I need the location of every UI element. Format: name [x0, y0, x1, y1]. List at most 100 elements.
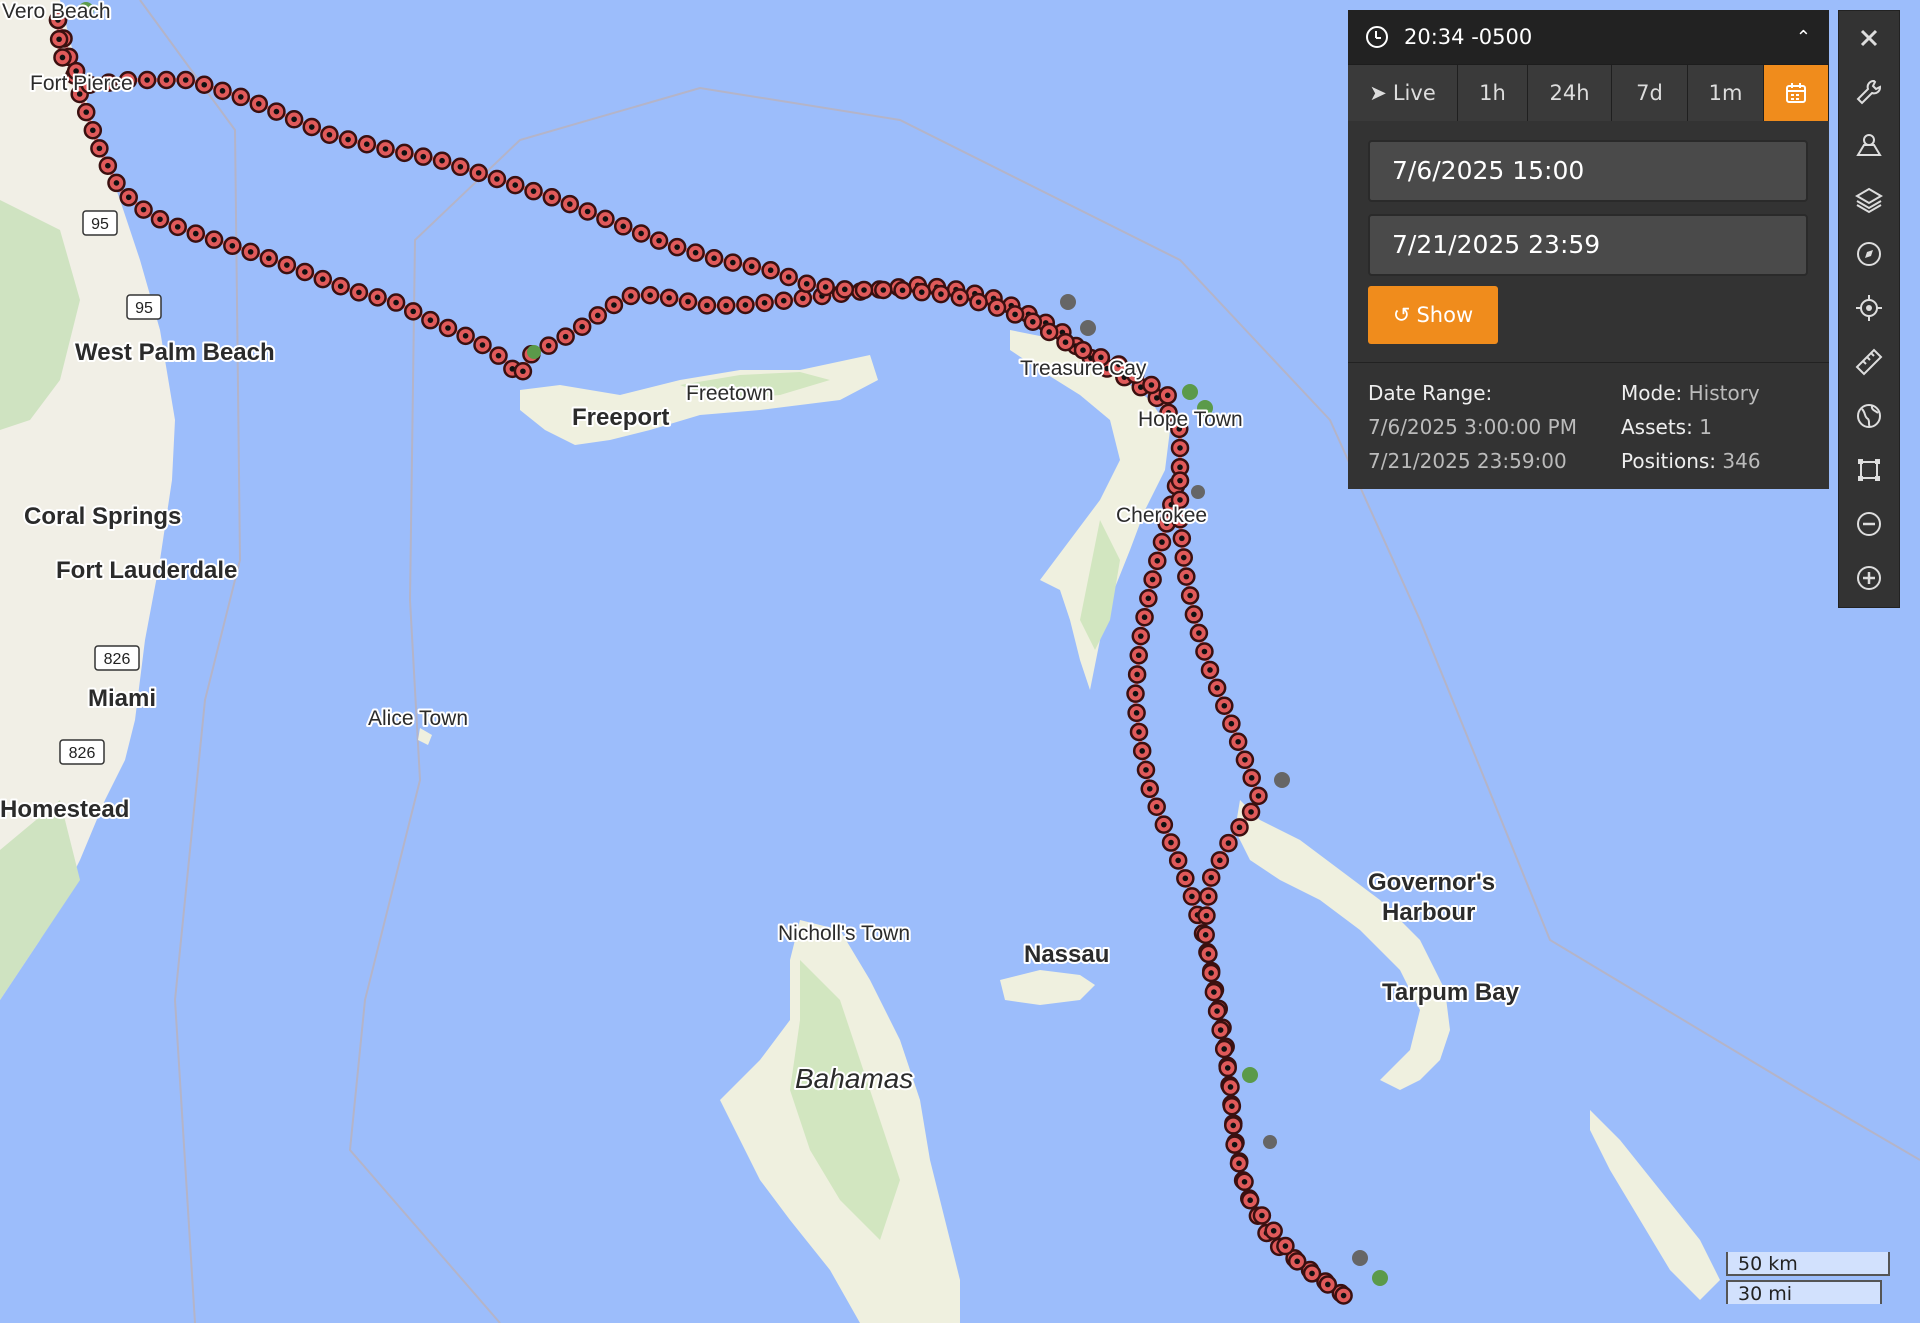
- date-range-label: Date Range:: [1368, 381, 1493, 405]
- position-marker-dot: [1134, 671, 1140, 678]
- position-marker-dot: [1224, 1065, 1231, 1071]
- position-marker-dot: [157, 216, 163, 223]
- position-marker-dot: [83, 109, 90, 115]
- position-marker-dot: [918, 289, 925, 295]
- place-label: Homestead: [0, 796, 129, 823]
- position-marker-dot: [1177, 464, 1183, 471]
- position-marker-dot: [1189, 893, 1195, 900]
- position-marker-dot: [105, 162, 111, 169]
- place-label: Coral Springs: [24, 503, 181, 530]
- scale-mi: 30 mi: [1726, 1280, 1882, 1305]
- place-label: Treasure Cay: [1020, 357, 1147, 380]
- position-marker-dot: [1208, 970, 1214, 976]
- svg-text:95: 95: [135, 300, 153, 317]
- position-marker-dot: [1133, 710, 1140, 716]
- chevron-up-icon[interactable]: ⌃: [1796, 27, 1811, 48]
- position-marker-dot: [1236, 824, 1243, 831]
- position-marker-dot: [144, 77, 150, 83]
- position-marker-dot: [201, 81, 208, 88]
- position-marker-dot: [1141, 614, 1148, 621]
- position-marker-dot: [666, 295, 672, 301]
- position-marker-dot: [1211, 989, 1217, 995]
- position-marker-dot: [1137, 633, 1144, 639]
- position-marker-dot: [319, 276, 326, 282]
- svg-text:826: 826: [69, 745, 96, 762]
- svg-text:826: 826: [104, 651, 131, 668]
- tab-custom-range[interactable]: [1764, 65, 1829, 121]
- tab-1h[interactable]: 1h: [1458, 65, 1528, 121]
- position-marker-dot: [1201, 648, 1208, 655]
- position-marker-dot: [1143, 767, 1149, 773]
- layers-button[interactable]: [1839, 173, 1899, 227]
- compass-button[interactable]: [1839, 227, 1899, 281]
- tab-live[interactable]: ➤ Live: [1348, 65, 1458, 121]
- zoom-out-button[interactable]: [1839, 497, 1899, 551]
- globe-button[interactable]: [1839, 389, 1899, 443]
- position-marker-dot: [1225, 840, 1232, 846]
- position-marker-dot: [1217, 857, 1223, 864]
- tab-7d[interactable]: 7d: [1612, 65, 1688, 121]
- place-label: Bahamas: [795, 1063, 913, 1094]
- position-marker-dot: [638, 230, 644, 237]
- position-marker-dot: [1229, 1103, 1235, 1109]
- position-marker-dot: [704, 302, 710, 309]
- position-marker-dot: [163, 77, 170, 83]
- position-marker-dot: [59, 54, 66, 61]
- zoom-in-icon: [1857, 566, 1881, 590]
- position-marker-dot: [1202, 932, 1209, 938]
- position-marker-dot: [1247, 1197, 1253, 1204]
- measure-button[interactable]: [1839, 335, 1899, 389]
- position-marker-dot: [1340, 1292, 1347, 1299]
- place-label: Governor's: [1368, 869, 1495, 896]
- position-marker-dot: [785, 274, 792, 280]
- position-marker-dot: [1255, 793, 1262, 799]
- highway-shield: 95: [82, 210, 118, 236]
- position-marker-dot: [602, 216, 609, 222]
- position-marker-dot: [1145, 595, 1152, 602]
- position-marker-dot: [1235, 738, 1241, 745]
- panel-header[interactable]: 20:34 -0500 ⌃: [1348, 10, 1829, 64]
- position-marker-dot: [1177, 497, 1183, 503]
- end-date-input[interactable]: 7/21/2025 23:59: [1368, 214, 1808, 276]
- ruler-icon: [1855, 348, 1883, 376]
- tools-button[interactable]: [1839, 65, 1899, 119]
- position-marker-dot: [462, 333, 469, 339]
- close-button[interactable]: [1839, 11, 1899, 65]
- position-marker-dot: [1183, 573, 1190, 580]
- select-area-button[interactable]: [1839, 443, 1899, 497]
- position-marker-dot: [628, 293, 634, 299]
- position-marker-dot: [439, 157, 445, 164]
- position-marker-dot: [1221, 1046, 1227, 1052]
- zoom-in-button[interactable]: [1839, 551, 1899, 605]
- position-marker-dot: [291, 116, 297, 123]
- locate-button[interactable]: [1839, 281, 1899, 335]
- position-marker-dot: [567, 201, 573, 207]
- date-range-end: 7/21/2025 23:59:00: [1368, 449, 1567, 473]
- position-marker-dot: [1154, 558, 1161, 564]
- position-marker-dot: [337, 283, 344, 290]
- show-button[interactable]: ↺ Show: [1368, 286, 1498, 344]
- position-marker-dot: [1132, 690, 1139, 697]
- position-marker-dot: [1180, 554, 1187, 561]
- tab-24h[interactable]: 24h: [1528, 65, 1612, 121]
- position-marker-dot: [457, 163, 464, 170]
- position-marker-dot: [994, 304, 1000, 311]
- position-marker-dot: [273, 108, 280, 115]
- position-marker-dot: [692, 249, 699, 256]
- position-marker-dot: [1230, 1122, 1237, 1129]
- tab-1m[interactable]: 1m: [1688, 65, 1764, 121]
- position-marker-dot: [1179, 535, 1185, 542]
- position-marker-dot: [495, 352, 502, 359]
- position-marker-dot: [211, 236, 217, 243]
- start-date-input[interactable]: 7/6/2025 15:00: [1368, 140, 1808, 202]
- assets-label: Assets:: [1621, 415, 1693, 439]
- highway-shield: 95: [126, 294, 162, 320]
- position-marker-dot: [1187, 592, 1193, 599]
- history-panel: 20:34 -0500 ⌃ ➤ Live 1h 24h 7d 1m 7/6/20…: [1348, 10, 1829, 489]
- position-marker-dot: [1148, 382, 1155, 388]
- assets-value: 1: [1699, 415, 1712, 439]
- geofence-button[interactable]: [1839, 119, 1899, 173]
- clock-icon: [1366, 26, 1388, 48]
- place-label: Alice Town: [368, 707, 468, 730]
- position-marker-dot: [1159, 539, 1165, 545]
